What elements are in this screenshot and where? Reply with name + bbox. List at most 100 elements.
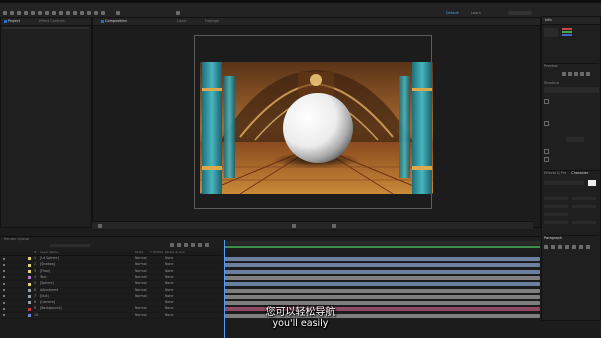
option-checkbox[interactable] (544, 157, 549, 162)
visibility-eye-icon[interactable] (3, 270, 5, 273)
channel-icon[interactable] (332, 223, 336, 228)
column-layer-name[interactable]: Layer Name (40, 250, 58, 255)
zoom-tool-icon[interactable] (24, 11, 28, 15)
layer-duration-bar[interactable] (224, 269, 540, 274)
tab-footage[interactable]: Footage (205, 19, 219, 24)
help-search-input[interactable] (508, 11, 532, 15)
option-checkbox[interactable] (544, 149, 549, 154)
layer-duration-bar[interactable] (224, 263, 540, 268)
frame-rate-dropdown[interactable] (566, 137, 584, 142)
puppet-tool-icon[interactable] (101, 11, 105, 15)
tab-layer[interactable]: Layer (177, 19, 187, 24)
stroke-width-field[interactable] (544, 213, 568, 216)
align-icon[interactable] (176, 11, 180, 15)
play-icon[interactable] (574, 72, 578, 76)
pen-tool-icon[interactable] (59, 11, 63, 15)
parent-dropdown[interactable]: None (165, 275, 173, 281)
eraser-tool-icon[interactable] (87, 11, 91, 15)
next-frame-icon[interactable] (580, 72, 584, 76)
blend-mode-dropdown[interactable]: Normal (135, 294, 147, 300)
draft-3d-icon[interactable] (177, 243, 181, 247)
option-checkbox[interactable] (544, 121, 549, 126)
comp-flowchart-icon[interactable] (170, 243, 174, 247)
parent-dropdown[interactable]: None (165, 281, 173, 287)
align-right-icon[interactable] (558, 245, 562, 249)
label-color-swatch[interactable] (28, 263, 31, 267)
hand-tool-icon[interactable] (17, 11, 21, 15)
layer-duration-bar[interactable] (224, 257, 540, 261)
layer-name[interactable]: Text (40, 275, 46, 281)
paragraph-tab[interactable]: Paragraph (544, 236, 562, 240)
layer-name[interactable]: [Lit Sphere] (40, 256, 59, 262)
effects-presets-tab[interactable]: Effects & Presets (544, 171, 566, 176)
shortcut-dropdown[interactable] (544, 87, 599, 93)
blend-mode-dropdown[interactable]: Normal (135, 262, 147, 268)
type-tool-icon[interactable] (66, 11, 70, 15)
composition-viewer-image[interactable] (200, 62, 433, 194)
home-icon[interactable] (3, 11, 7, 15)
blend-mode-dropdown[interactable]: Normal (135, 269, 147, 275)
work-area-bar[interactable] (224, 246, 540, 248)
first-frame-icon[interactable] (562, 72, 566, 76)
layer-name[interactable]: [Floor] (40, 269, 50, 275)
camera-tool-icon[interactable] (38, 11, 42, 15)
leading-field[interactable] (572, 197, 596, 200)
workspace-default[interactable]: Default (446, 10, 459, 16)
character-tab[interactable]: Character (571, 171, 588, 175)
rotate-tool-icon[interactable] (31, 11, 35, 15)
layer-name[interactable]: [Shadow] (40, 262, 55, 268)
horizontal-scale-field[interactable] (572, 221, 596, 224)
blend-mode-dropdown[interactable]: Normal (135, 256, 147, 262)
last-frame-icon[interactable] (586, 72, 590, 76)
parent-dropdown[interactable]: None (165, 294, 173, 300)
timeline-search-input[interactable] (50, 244, 90, 247)
kerning-field[interactable] (544, 205, 568, 208)
visibility-eye-icon[interactable] (3, 257, 5, 260)
layer-duration-bar[interactable] (224, 294, 540, 299)
layer-duration-bar[interactable] (224, 275, 540, 280)
justify-right-icon[interactable] (579, 245, 583, 249)
snapping-icon[interactable] (116, 11, 120, 15)
align-center-icon[interactable] (551, 245, 555, 249)
roto-brush-tool-icon[interactable] (94, 11, 98, 15)
layer-duration-bar[interactable] (224, 288, 540, 293)
label-color-swatch[interactable] (28, 282, 31, 286)
tracking-field[interactable] (572, 205, 596, 208)
clone-stamp-tool-icon[interactable] (80, 11, 84, 15)
previous-frame-icon[interactable] (568, 72, 572, 76)
pan-behind-tool-icon[interactable] (45, 11, 49, 15)
visibility-eye-icon[interactable] (3, 282, 5, 285)
font-family-dropdown[interactable] (544, 181, 584, 185)
always-preview-icon[interactable] (98, 223, 102, 228)
align-left-icon[interactable] (544, 245, 548, 249)
tab-project[interactable]: Project (4, 19, 20, 24)
visibility-eye-icon[interactable] (3, 295, 5, 298)
layer-duration-bar[interactable] (224, 282, 540, 287)
blend-mode-dropdown[interactable]: Normal (135, 281, 147, 287)
workspace-learn[interactable]: Learn (471, 10, 481, 16)
tab-render-queue[interactable]: Render Queue (4, 237, 29, 242)
rectangle-tool-icon[interactable] (52, 11, 56, 15)
justify-all-icon[interactable] (586, 245, 590, 249)
label-color-swatch[interactable] (28, 295, 31, 299)
parent-dropdown[interactable]: None (165, 256, 173, 262)
preview-tab[interactable]: Preview (544, 64, 558, 68)
brush-tool-icon[interactable] (73, 11, 77, 15)
blend-mode-dropdown[interactable]: Normal (135, 288, 147, 294)
label-color-swatch[interactable] (28, 276, 31, 280)
option-checkbox[interactable] (544, 99, 549, 104)
parent-dropdown[interactable]: None (165, 262, 173, 268)
motion-blur-icon[interactable] (198, 243, 202, 247)
justify-left-icon[interactable] (565, 245, 569, 249)
label-color-swatch[interactable] (28, 288, 31, 292)
layer-name[interactable]: [Sphere] (40, 281, 54, 287)
layer-name[interactable]: [Null] (40, 294, 49, 300)
tab-effect-controls[interactable]: Effect Controls (39, 19, 65, 24)
label-color-swatch[interactable] (28, 269, 31, 273)
time-ruler[interactable] (224, 241, 540, 245)
visibility-eye-icon[interactable] (3, 263, 5, 266)
tab-info[interactable]: Info (545, 18, 552, 23)
shy-layers-icon[interactable] (184, 243, 188, 247)
justify-center-icon[interactable] (572, 245, 576, 249)
grid-guides-icon[interactable] (292, 223, 296, 228)
